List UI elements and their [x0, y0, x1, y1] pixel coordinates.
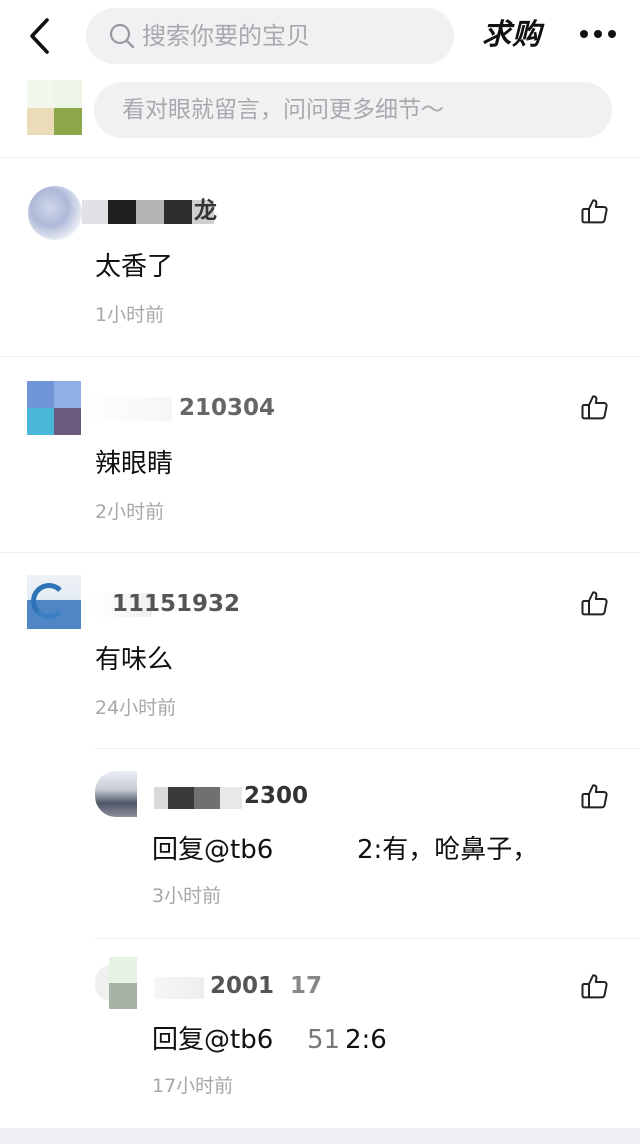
comment-text: 太香了 — [95, 252, 174, 282]
thumbs-up-icon[interactable] — [580, 196, 610, 226]
comment-input[interactable]: 看对眼就留言，问问更多细节～ — [94, 82, 612, 138]
comment-item: 210304 辣眼睛 2小时前 — [0, 357, 640, 553]
avatar — [95, 771, 137, 817]
more-dot — [594, 30, 602, 38]
search-input[interactable]: 搜索你要的宝贝 — [86, 8, 454, 64]
comment-text: 辣眼睛 — [95, 449, 174, 479]
comment-author: 2300 — [150, 781, 310, 813]
comment-text: 有味么 — [95, 645, 174, 675]
page: 搜索你要的宝贝 求购 看对眼就留言，问问更多细节～ 龙 太香了 1小时前 210… — [0, 0, 640, 1144]
comment-input-row: 看对眼就留言，问问更多细节～ — [0, 72, 640, 158]
search-placeholder: 搜索你要的宝贝 — [142, 22, 310, 50]
comment-author: 11151932 — [82, 589, 282, 621]
comment-time: 3小时前 — [152, 885, 222, 907]
thumbs-up-icon[interactable] — [580, 392, 610, 422]
comment-author: 2001 17 — [150, 971, 330, 1003]
thumbs-up-icon[interactable] — [580, 588, 610, 618]
back-button[interactable] — [18, 12, 62, 60]
comment-author: 210304 — [82, 393, 282, 425]
comment-input-placeholder: 看对眼就留言，问问更多细节～ — [122, 97, 444, 123]
page-title: 求购 — [482, 17, 543, 51]
comment-time: 2小时前 — [95, 501, 165, 523]
reply-item: 2300 回复@tb6 2:有，呛鼻子， 3小时前 — [0, 749, 640, 939]
more-dot — [580, 30, 588, 38]
thumbs-up-icon[interactable] — [580, 781, 610, 811]
thumbs-up-icon[interactable] — [580, 971, 610, 1001]
comment-author: 龙 — [82, 196, 222, 228]
avatar — [27, 575, 81, 629]
reply-text: 回复@tb6 2:有，呛鼻子， — [152, 835, 539, 865]
reply-text: 回复@tb6 51 2:6 — [152, 1025, 387, 1055]
comment-time: 17小时前 — [152, 1075, 234, 1097]
reply-item: 2001 17 回复@tb6 51 2:6 17小时前 — [0, 939, 640, 1128]
my-avatar — [27, 80, 82, 135]
top-bar: 搜索你要的宝贝 求购 — [0, 0, 640, 72]
comment-item: 龙 太香了 1小时前 — [0, 160, 640, 356]
avatar — [28, 186, 82, 240]
comment-time: 24小时前 — [95, 697, 177, 719]
bottom-bar — [0, 1128, 640, 1144]
chevron-left-icon — [30, 18, 49, 54]
comment-item: 11151932 有味么 24小时前 — [0, 553, 640, 749]
more-button[interactable] — [574, 22, 618, 46]
comment-time: 1小时前 — [95, 304, 165, 326]
search-icon — [109, 23, 135, 49]
more-dot — [608, 30, 616, 38]
avatar — [95, 957, 137, 1009]
avatar — [27, 381, 81, 435]
